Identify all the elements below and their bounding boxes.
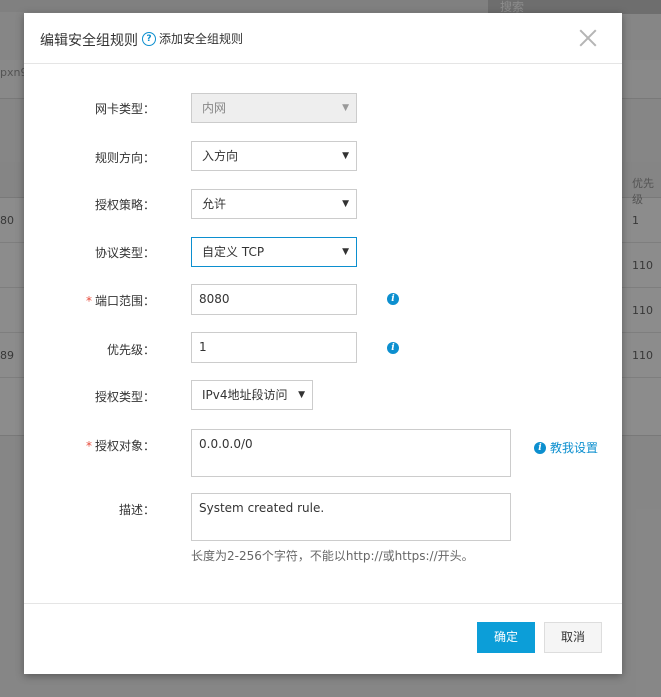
nic-type-value: 内网 <box>202 101 227 115</box>
teach-me-label: 教我设置 <box>550 441 599 455</box>
close-icon[interactable] <box>577 27 599 49</box>
confirm-button[interactable]: 确定 <box>477 622 535 653</box>
auth-object-label-text: 授权对象： <box>94 439 155 453</box>
protocol-select[interactable]: 自定义 TCP ▼ <box>191 237 357 267</box>
priority-input[interactable]: 1 <box>191 332 357 363</box>
dialog-footer-divider <box>24 603 622 604</box>
info-icon: i <box>534 441 546 454</box>
caret-down-icon: ▼ <box>342 247 349 257</box>
description-hint: 长度为2-256个字符，不能以http://或https://开头。 <box>191 549 474 563</box>
direction-label: 规则方向： <box>94 151 155 165</box>
port-range-input[interactable]: 8080 <box>191 284 357 315</box>
dialog-header: 编辑安全组规则 ? 添加安全组规则 <box>24 13 622 64</box>
help-link-label: 添加安全组规则 <box>159 32 244 46</box>
add-rule-help-link[interactable]: ? 添加安全组规则 <box>142 30 243 47</box>
auth-object-label: * 授权对象： <box>35 437 155 454</box>
auth-type-select[interactable]: IPv4地址段访问 ▼ <box>191 380 313 410</box>
description-label: 描述： <box>118 503 155 517</box>
auth-type-value: IPv4地址段访问 <box>202 388 288 402</box>
info-icon[interactable]: i <box>387 293 399 305</box>
port-range-label-text: 端口范围： <box>94 294 155 308</box>
description-textarea[interactable]: System created rule. <box>191 493 511 541</box>
auth-object-textarea[interactable]: 0.0.0.0/0 <box>191 429 511 477</box>
required-mark: * <box>85 439 92 453</box>
policy-label: 授权策略： <box>94 198 155 212</box>
policy-value: 允许 <box>202 197 227 211</box>
policy-select[interactable]: 允许 ▼ <box>191 189 357 219</box>
cancel-button[interactable]: 取消 <box>544 622 602 653</box>
edit-security-group-rule-dialog: 编辑安全组规则 ? 添加安全组规则 网卡类型： 内网 ▼ 规则方向： 入方向 ▼… <box>24 13 622 674</box>
nic-type-label: 网卡类型： <box>94 102 155 116</box>
dialog-title: 编辑安全组规则 <box>40 33 138 49</box>
direction-value: 入方向 <box>202 149 239 163</box>
protocol-value: 自定义 TCP <box>202 245 265 259</box>
auth-type-label: 授权类型： <box>94 390 155 404</box>
teach-me-link[interactable]: i 教我设置 <box>534 439 598 456</box>
caret-down-icon: ▼ <box>298 390 305 400</box>
required-mark: * <box>85 294 92 308</box>
caret-down-icon: ▼ <box>342 151 349 161</box>
caret-down-icon: ▼ <box>342 199 349 209</box>
priority-label: 优先级： <box>106 343 155 357</box>
port-range-label: * 端口范围： <box>35 292 155 309</box>
info-icon[interactable]: i <box>387 342 399 354</box>
nic-type-select: 内网 ▼ <box>191 93 357 123</box>
protocol-label: 协议类型： <box>94 246 155 260</box>
question-icon: ? <box>142 31 156 46</box>
direction-select[interactable]: 入方向 ▼ <box>191 141 357 171</box>
caret-down-icon: ▼ <box>342 103 349 113</box>
